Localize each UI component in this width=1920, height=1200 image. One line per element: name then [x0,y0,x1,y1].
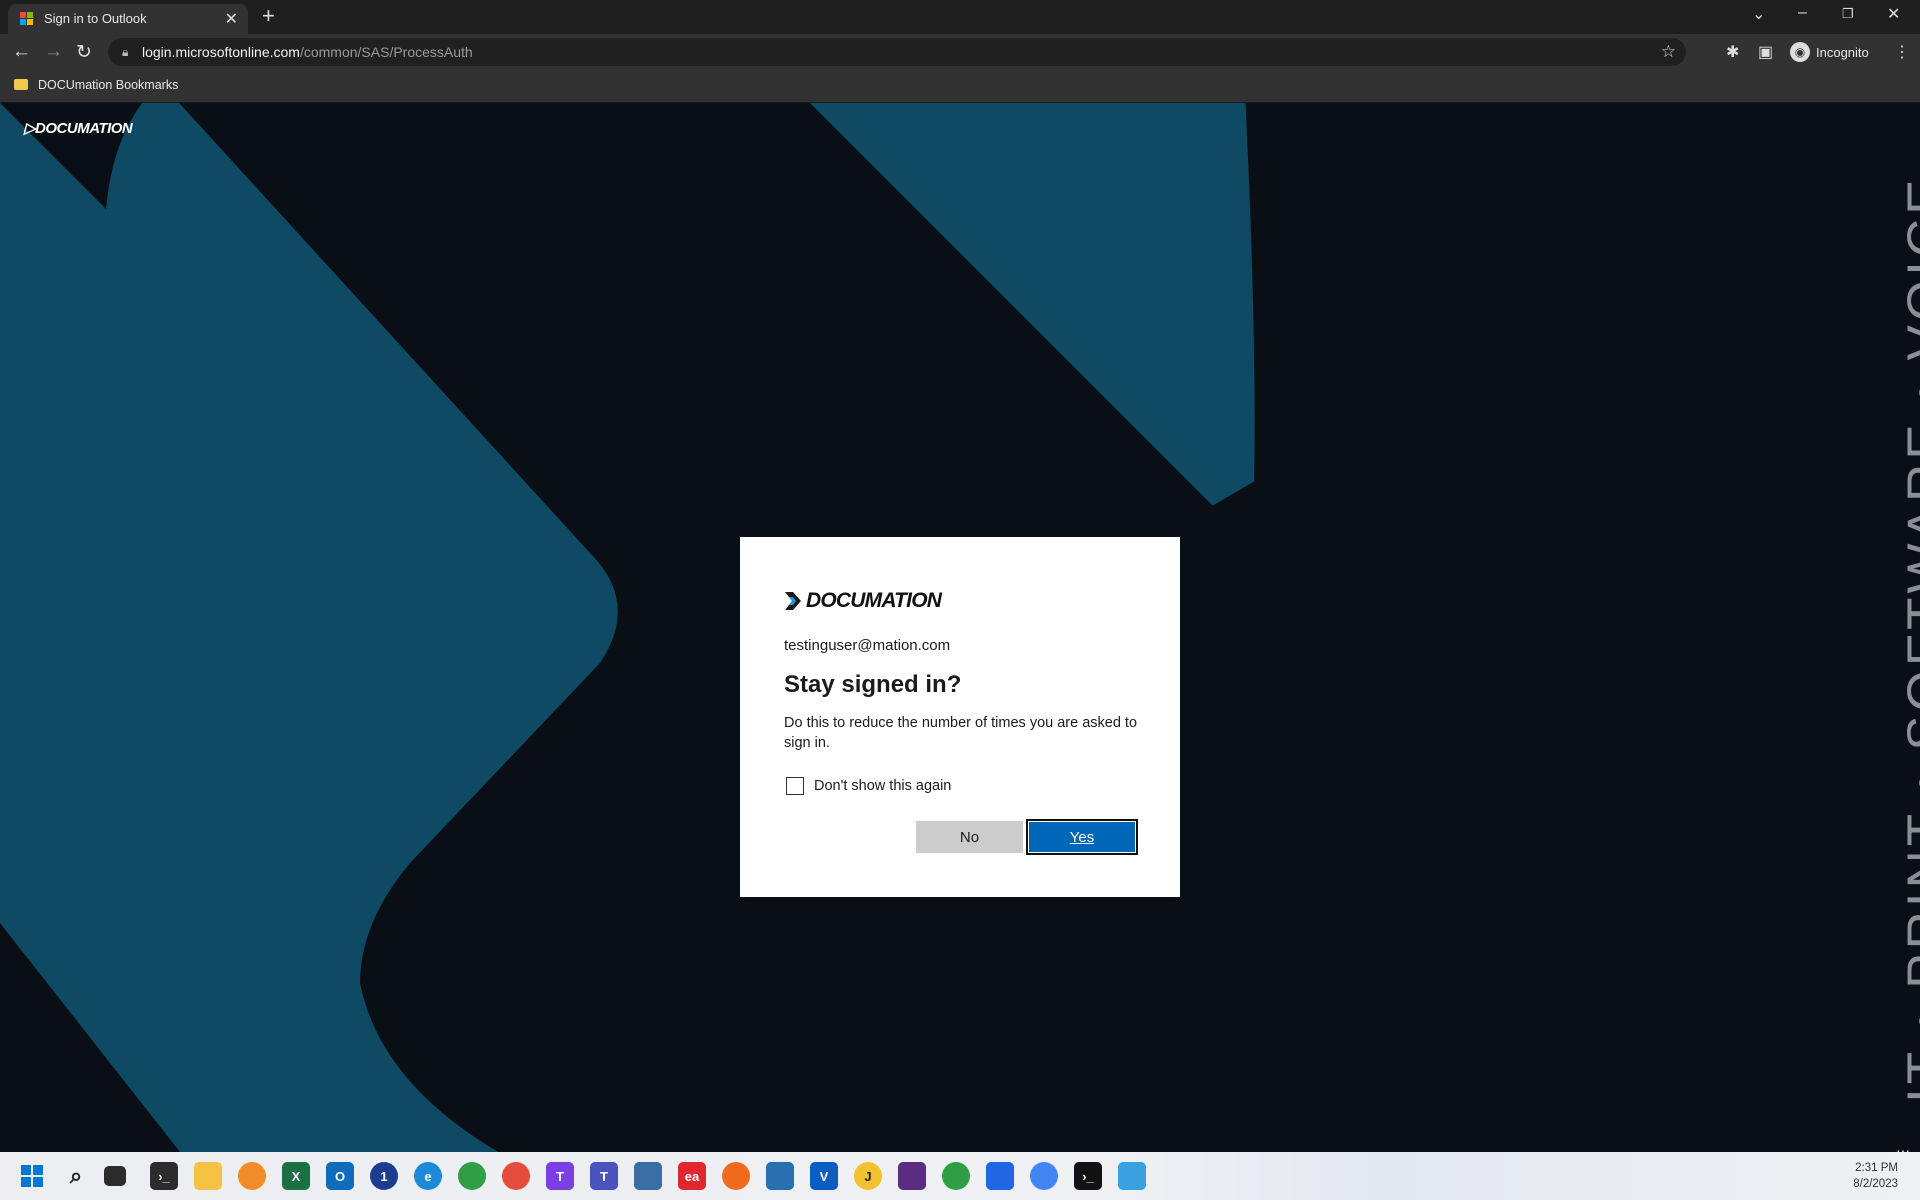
dialog-title: Stay signed in? [784,671,962,698]
system-clock[interactable]: 2:31 PM 8/2/2023 [1853,1160,1898,1192]
address-bar[interactable]: 🔒︎ login.microsoftonline.com/common/SAS/… [108,38,1686,66]
no-button[interactable]: No [916,821,1023,853]
chrome-icon[interactable] [458,1162,486,1190]
chrome-active-icon[interactable] [1030,1162,1058,1190]
terminal-icon[interactable]: ›_ [150,1162,178,1190]
tab-title: Sign in to Outlook [44,11,147,26]
jira-icon[interactable]: J [854,1162,882,1190]
command-prompt-icon[interactable]: ›_ [1074,1162,1102,1190]
taskbar: ··· ⌕ ›_ X O 1 e T T ea V J ›_ 2:31 PM 8… [0,1142,1920,1200]
search-icon[interactable]: ⌕ [62,1162,90,1190]
forward-icon[interactable]: → [44,41,63,63]
edge-icon[interactable]: e [414,1162,442,1190]
documation-mark-icon: ▷ [24,120,36,137]
bookmark-folder[interactable]: DOCUmation Bookmarks [38,78,178,92]
dialog-description: Do this to reduce the number of times yo… [784,715,1138,751]
close-window-icon[interactable]: ✕ [1887,4,1900,24]
close-tab-icon[interactable]: ✕ [225,9,238,29]
incognito-icon: ◉ [1790,42,1810,62]
teams-icon[interactable]: T [590,1162,618,1190]
reload-icon[interactable]: ↻ [76,41,92,64]
bookmark-star-icon[interactable]: ☆ [1661,42,1676,62]
new-tab-icon[interactable]: + [262,3,275,29]
checkbox-label[interactable]: Don't show this again [814,778,951,794]
menu-icon[interactable]: ⋮ [1894,42,1910,62]
corner-logo: ▷DOCUMATION [24,120,133,137]
clock-date: 8/2/2023 [1853,1178,1898,1190]
remote-desktop-icon[interactable] [634,1162,662,1190]
documation-mark-icon [785,592,801,610]
file-explorer-icon[interactable] [194,1162,222,1190]
start-icon[interactable] [18,1162,46,1190]
microsoft-logo-icon [20,12,34,26]
incognito-indicator[interactable]: ◉ Incognito [1790,42,1869,62]
chrome-profile-icon[interactable] [502,1162,530,1190]
url-text[interactable]: login.microsoftonline.com/common/SAS/Pro… [142,44,473,60]
back-icon[interactable]: ← [12,41,31,63]
vertical-tagline: IT • PRINT • SOFTWARE • VOICE [1897,175,1920,1104]
clock-time: 2:31 PM [1855,1162,1898,1174]
bookmarks-bar: DOCUmation Bookmarks [0,70,1920,103]
excel-icon[interactable]: X [282,1162,310,1190]
incognito-label: Incognito [1816,44,1869,60]
chrome-canary-icon[interactable] [238,1162,266,1190]
teams-chat-icon[interactable]: T [546,1162,574,1190]
page-background: ▷DOCUMATION IT • PRINT • SOFTWARE • VOIC… [0,103,1920,1152]
side-panel-icon[interactable]: ▣ [1758,42,1773,62]
stay-signed-in-dialog: DOCUMATION testinguser@mation.com Stay s… [740,537,1180,897]
browser-tab[interactable]: Sign in to Outlook ✕ [8,4,248,34]
restore-icon[interactable]: ❐ [1842,6,1854,22]
visio-icon[interactable]: V [810,1162,838,1190]
tab-search-icon[interactable]: ⌄ [1752,4,1765,24]
yes-button[interactable]: Yes [1026,819,1138,855]
power-automate-icon[interactable] [986,1162,1014,1190]
pdf-icon[interactable] [898,1162,926,1190]
more-icon[interactable]: ··· [1896,1142,1910,1158]
extensions-icon[interactable]: ✱ [1726,42,1739,62]
app-window-icon[interactable] [1118,1162,1146,1190]
dialog-logo: DOCUMATION [784,589,942,613]
outlook-icon[interactable]: O [326,1162,354,1190]
minimize-icon[interactable]: – [1798,4,1807,22]
tab-strip: Sign in to Outlook ✕ + ⌄ – ❐ ✕ [0,0,1920,34]
account-email: testinguser@mation.com [784,637,951,654]
browser-toolbar: ← → ↻ 🔒︎ login.microsoftonline.com/commo… [0,34,1920,70]
chrome-person-icon[interactable] [942,1162,970,1190]
ea-icon[interactable]: ea [678,1162,706,1190]
lock-icon[interactable]: 🔒︎ [122,45,128,60]
task-view-icon[interactable] [104,1166,126,1186]
app-orange-icon[interactable] [722,1162,750,1190]
folder-icon [14,79,28,90]
defender-icon[interactable] [766,1162,794,1190]
1password-icon[interactable]: 1 [370,1162,398,1190]
dont-show-again-checkbox[interactable] [786,777,804,795]
